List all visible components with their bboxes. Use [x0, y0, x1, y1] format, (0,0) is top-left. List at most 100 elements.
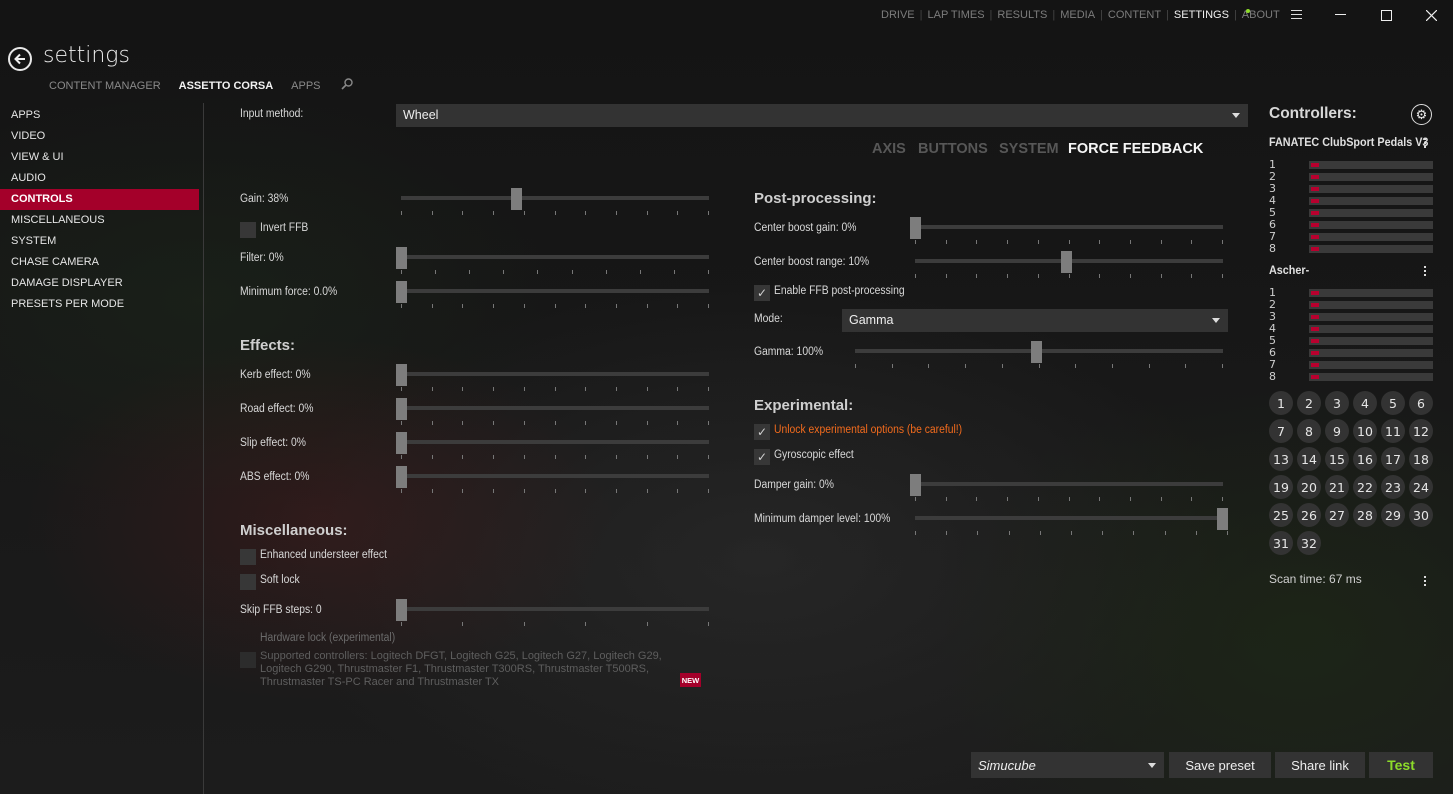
close-icon[interactable]: [1422, 6, 1440, 24]
back-button[interactable]: [8, 47, 32, 71]
sidebar-item-controls[interactable]: CONTROLS: [0, 189, 199, 210]
nav-results[interactable]: RESULTS: [997, 9, 1047, 21]
slider-tick: [677, 211, 679, 215]
axis-row: 2: [1269, 298, 1434, 311]
tab-force-feedback[interactable]: FORCE FEEDBACK: [1068, 141, 1203, 157]
device-menu-icon[interactable]: [1423, 138, 1427, 148]
slip-effect-slider[interactable]: [396, 430, 709, 460]
abs-effect-slider[interactable]: [396, 464, 709, 494]
search-icon[interactable]: [340, 78, 353, 93]
slider-tick: [493, 211, 495, 215]
road-effect-slider[interactable]: [396, 396, 709, 426]
slider-thumb[interactable]: [396, 398, 407, 420]
slider-tick: [708, 270, 709, 274]
axis-bar: [1309, 301, 1433, 309]
sidebar-item-presets-per-mode[interactable]: PRESETS PER MODE: [0, 294, 199, 315]
mode-select[interactable]: Gamma: [842, 309, 1228, 332]
slider-track: [915, 482, 1223, 486]
axis-bar: [1309, 197, 1433, 205]
sidebar-item-video[interactable]: VIDEO: [0, 126, 199, 147]
slider-thumb[interactable]: [1217, 508, 1228, 530]
nav-content[interactable]: CONTENT: [1108, 9, 1161, 21]
filter-slider[interactable]: [396, 245, 709, 275]
slider-thumb[interactable]: [1031, 341, 1042, 363]
sidebar-item-view-ui[interactable]: VIEW & UI: [0, 147, 199, 168]
nav-settings[interactable]: SETTINGS: [1174, 9, 1229, 21]
slider-tick: [401, 270, 402, 274]
center-boost-gain-slider[interactable]: [910, 215, 1223, 245]
abs-effect-label: ABS effect: 0%: [240, 471, 310, 483]
axis-bar: [1309, 233, 1433, 241]
tab-axis[interactable]: AXIS: [872, 141, 906, 157]
gain-slider[interactable]: [396, 186, 709, 216]
slider-tick: [1111, 364, 1113, 368]
slider-tick: [1037, 240, 1039, 244]
soft-lock-checkbox[interactable]: [240, 574, 256, 590]
slider-tick: [523, 622, 525, 626]
sidebar-item-apps[interactable]: APPS: [0, 105, 199, 126]
nav-media[interactable]: MEDIA: [1060, 9, 1095, 21]
damper-gain-slider[interactable]: [910, 472, 1223, 502]
nav-drive[interactable]: DRIVE: [881, 9, 915, 21]
slider-tick: [1037, 274, 1039, 278]
slider-thumb[interactable]: [910, 217, 921, 239]
tab-buttons[interactable]: BUTTONS: [918, 141, 988, 157]
subtab-assetto-corsa[interactable]: ASSETTO CORSA: [179, 80, 274, 92]
gear-icon[interactable]: ⚙: [1411, 104, 1432, 125]
slider-thumb[interactable]: [396, 247, 407, 269]
button-indicator: 24: [1409, 475, 1433, 499]
slider-thumb[interactable]: [510, 188, 522, 210]
device-menu-icon[interactable]: [1423, 266, 1427, 276]
preset-select[interactable]: Simucube: [971, 752, 1164, 778]
kerb-effect-slider[interactable]: [396, 362, 709, 392]
subtab-apps[interactable]: APPS: [291, 80, 320, 92]
sidebar-item-chase-camera[interactable]: CHASE CAMERA: [0, 252, 199, 273]
share-link-button[interactable]: Share link: [1275, 752, 1365, 778]
minimum-force-slider[interactable]: [396, 279, 709, 309]
slider-tick: [554, 489, 556, 493]
minimize-icon[interactable]: [1331, 6, 1349, 24]
slider-thumb[interactable]: [1061, 251, 1072, 273]
slider-tick: [431, 211, 433, 215]
center-boost-range-slider[interactable]: [910, 249, 1223, 279]
axis-row: 8: [1269, 370, 1434, 383]
enable-post-processing-checkbox[interactable]: ✓: [754, 285, 770, 301]
slider-thumb[interactable]: [396, 466, 407, 488]
unlock-experimental-checkbox[interactable]: ✓: [754, 424, 770, 440]
hamburger-icon[interactable]: [1287, 6, 1305, 24]
slider-thumb[interactable]: [910, 474, 921, 496]
sidebar-item-damage-displayer[interactable]: DAMAGE DISPLAYER: [0, 273, 199, 294]
slider-tick: [945, 497, 947, 501]
minimum-damper-slider[interactable]: [910, 506, 1228, 536]
subtab-content-manager[interactable]: CONTENT MANAGER: [49, 80, 161, 92]
hardware-lock-checkbox[interactable]: [240, 652, 256, 668]
sidebar-item-system[interactable]: SYSTEM: [0, 231, 199, 252]
slider-tick: [677, 387, 679, 391]
invert-ffb-checkbox[interactable]: [240, 222, 256, 238]
slider-track: [401, 255, 709, 259]
understeer-checkbox[interactable]: [240, 549, 256, 565]
maximize-icon[interactable]: [1377, 6, 1395, 24]
axis-bar: [1309, 185, 1433, 193]
slider-track: [401, 440, 709, 444]
input-method-select[interactable]: Wheel: [396, 104, 1248, 127]
slider-thumb[interactable]: [396, 432, 407, 454]
test-button[interactable]: Test: [1369, 752, 1433, 778]
slider-thumb[interactable]: [396, 364, 407, 386]
sidebar-item-audio[interactable]: AUDIO: [0, 168, 199, 189]
nav-lap-times[interactable]: LAP TIMES: [927, 9, 984, 21]
sidebar-item-miscellaneous[interactable]: MISCELLANEOUS: [0, 210, 199, 231]
tab-system[interactable]: SYSTEM: [999, 141, 1059, 157]
slider-thumb[interactable]: [396, 599, 407, 621]
save-preset-button[interactable]: Save preset: [1169, 752, 1271, 778]
sidebar: APPS VIDEO VIEW & UI AUDIO CONTROLS MISC…: [0, 105, 199, 315]
gyroscopic-effect-checkbox[interactable]: ✓: [754, 449, 770, 465]
gamma-slider[interactable]: [850, 339, 1223, 369]
skip-ffb-steps-slider[interactable]: [396, 597, 709, 627]
scan-menu-icon[interactable]: [1423, 576, 1427, 586]
about-update-indicator: [1246, 9, 1250, 13]
slider-thumb[interactable]: [396, 281, 407, 303]
slider-tick: [401, 489, 402, 493]
axis-bar-fill: [1311, 199, 1319, 203]
slider-tick: [1099, 274, 1101, 278]
